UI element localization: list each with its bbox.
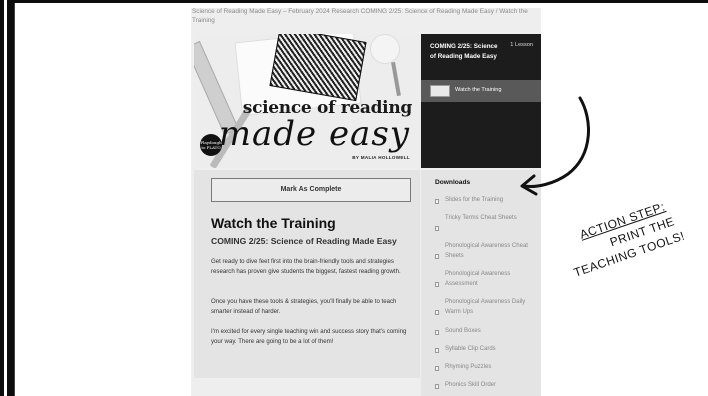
file-icon — [435, 366, 439, 371]
download-label: Syllable Clip Cards — [445, 346, 496, 352]
course-page-screenshot: Science of Reading Made Easy – February … — [191, 8, 541, 396]
download-label: Phonics Skill Order — [445, 382, 497, 388]
lesson-thumbnail — [430, 85, 450, 97]
file-icon — [435, 254, 439, 259]
file-icon — [435, 310, 439, 315]
download-label: Sound Boxes — [445, 328, 481, 334]
action-step-annotation: ACTION STEP: PRINT THE TEACHING TOOLS! — [559, 186, 708, 310]
download-label: Rhyming Puzzles — [445, 364, 492, 370]
file-icon — [435, 282, 439, 287]
lesson-paragraph: Get ready to dive feet first into the br… — [211, 258, 401, 276]
lesson-paragraph: Once you have these tools & strategies, … — [211, 298, 397, 316]
lesson-heading: Watch the Training — [211, 215, 336, 231]
download-label: Phonological Awareness Cheat Sheets — [445, 243, 528, 259]
lesson-item-label: Watch the Training — [455, 87, 502, 93]
pen-graphic — [391, 61, 401, 97]
downloads-panel: Downloads Slides for the Training Tricky… — [421, 170, 541, 396]
download-label: Tricky Terms Cheat Sheets — [445, 215, 517, 221]
lesson-panel-title: COMING 2/25: Science of Reading Made Eas… — [430, 43, 498, 60]
hand-drawn-arrow-icon — [520, 96, 590, 196]
lesson-count: 1 Lesson — [510, 42, 533, 48]
file-icon — [435, 330, 439, 335]
download-label: Phonological Awareness Daily Warm Ups — [445, 299, 526, 315]
file-icon — [435, 226, 439, 231]
file-icon — [435, 348, 439, 353]
hero-script-title: made easy — [218, 114, 410, 154]
lesson-paragraph: I'm excited for every single teaching wi… — [211, 328, 407, 346]
download-label: Phonological Awareness Assessment — [445, 271, 511, 287]
file-icon — [435, 384, 439, 389]
cup-graphic — [370, 34, 400, 64]
lesson-content-card: Mark As Complete Watch the Training COMI… — [194, 170, 420, 378]
slide-canvas: Science of Reading Made Easy – February … — [14, 3, 708, 396]
lesson-subheading: COMING 2/25: Science of Reading Made Eas… — [211, 236, 397, 246]
screen-frame: Science of Reading Made Easy – February … — [0, 0, 708, 396]
file-icon — [435, 199, 439, 204]
left-border — [0, 0, 12, 396]
download-label: Slides for the Training — [445, 197, 504, 203]
course-hero-image: science of reading made easy BY MALIA HO… — [194, 34, 420, 168]
mark-complete-button[interactable]: Mark As Complete — [211, 178, 411, 202]
brand-logo: Playdough to PLATO — [200, 134, 222, 156]
downloads-heading: Downloads — [435, 179, 471, 186]
hero-byline: BY MALIA HOLLOWELL — [352, 155, 410, 160]
breadcrumb[interactable]: Science of Reading Made Easy – February … — [192, 8, 540, 25]
divider — [4, 0, 7, 396]
